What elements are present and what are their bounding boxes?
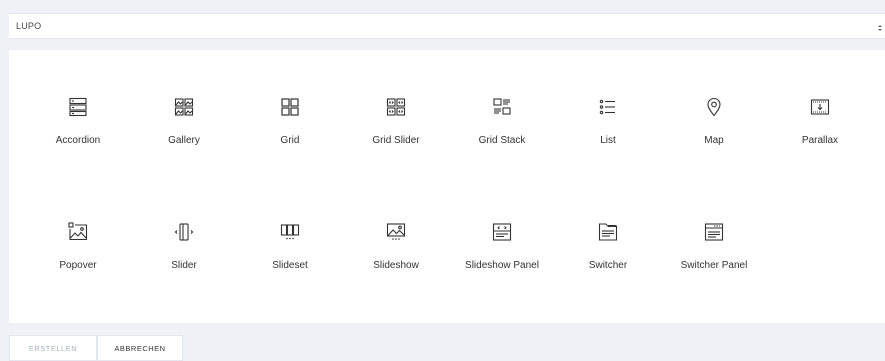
- switcher-icon: [598, 222, 618, 242]
- library-select[interactable]: LUPO: [9, 13, 885, 39]
- element-label: Slideshow: [373, 260, 419, 271]
- element-slider[interactable]: Slider: [134, 222, 234, 302]
- element-parallax[interactable]: Parallax: [770, 97, 870, 177]
- element-label: Parallax: [801, 135, 839, 146]
- element-map[interactable]: Map: [664, 97, 764, 177]
- slideset-icon: [280, 222, 300, 242]
- accordion-icon: [68, 97, 88, 117]
- grid-stack-icon: [492, 97, 512, 117]
- element-grid[interactable]: Grid: [240, 97, 340, 177]
- element-label: Slideshow Panel: [465, 260, 539, 271]
- map-pin-icon: [704, 97, 724, 117]
- list-icon: [598, 97, 618, 117]
- switcher-panel-icon: [704, 222, 724, 242]
- cancel-button[interactable]: ABBRECHEN: [97, 335, 183, 361]
- element-label: Grid: [280, 135, 300, 146]
- popover-icon: [68, 222, 88, 242]
- element-label: Switcher: [588, 260, 628, 271]
- element-label: List: [600, 135, 616, 146]
- library-select-value: LUPO: [16, 21, 42, 31]
- element-switcher-panel[interactable]: Switcher Panel: [664, 222, 764, 302]
- grid-slider-icon: [386, 97, 406, 117]
- element-picker-panel: Accordion Gallery Grid Grid Slider Grid …: [9, 50, 885, 323]
- element-label: Slideset: [272, 260, 308, 271]
- element-switcher[interactable]: Switcher: [558, 222, 658, 302]
- create-button[interactable]: ERSTELLEN: [9, 335, 97, 361]
- element-label: Popover: [59, 260, 97, 271]
- element-slideshow[interactable]: Slideshow: [346, 222, 446, 302]
- grid-icon: [280, 97, 300, 117]
- element-label: Accordion: [55, 135, 101, 146]
- element-label: Slider: [171, 260, 197, 271]
- element-grid-stack[interactable]: Grid Stack: [452, 97, 552, 177]
- element-grid-slider[interactable]: Grid Slider: [346, 97, 446, 177]
- element-label: Switcher Panel: [680, 260, 748, 271]
- element-label: Grid Slider: [372, 135, 420, 146]
- element-label: Grid Stack: [478, 135, 526, 146]
- element-label: Gallery: [168, 135, 200, 146]
- slider-icon: [174, 222, 194, 242]
- element-slideshow-panel[interactable]: Slideshow Panel: [452, 222, 552, 302]
- select-arrows-icon: [877, 21, 883, 33]
- element-popover[interactable]: Popover: [28, 222, 128, 302]
- element-gallery[interactable]: Gallery: [134, 97, 234, 177]
- element-label: Map: [704, 135, 724, 146]
- gallery-icon: [174, 97, 194, 117]
- element-accordion[interactable]: Accordion: [28, 97, 128, 177]
- parallax-icon: [810, 97, 830, 117]
- slideshow-panel-icon: [492, 222, 512, 242]
- element-list[interactable]: List: [558, 97, 658, 177]
- slideshow-icon: [386, 222, 406, 242]
- element-slideset[interactable]: Slideset: [240, 222, 340, 302]
